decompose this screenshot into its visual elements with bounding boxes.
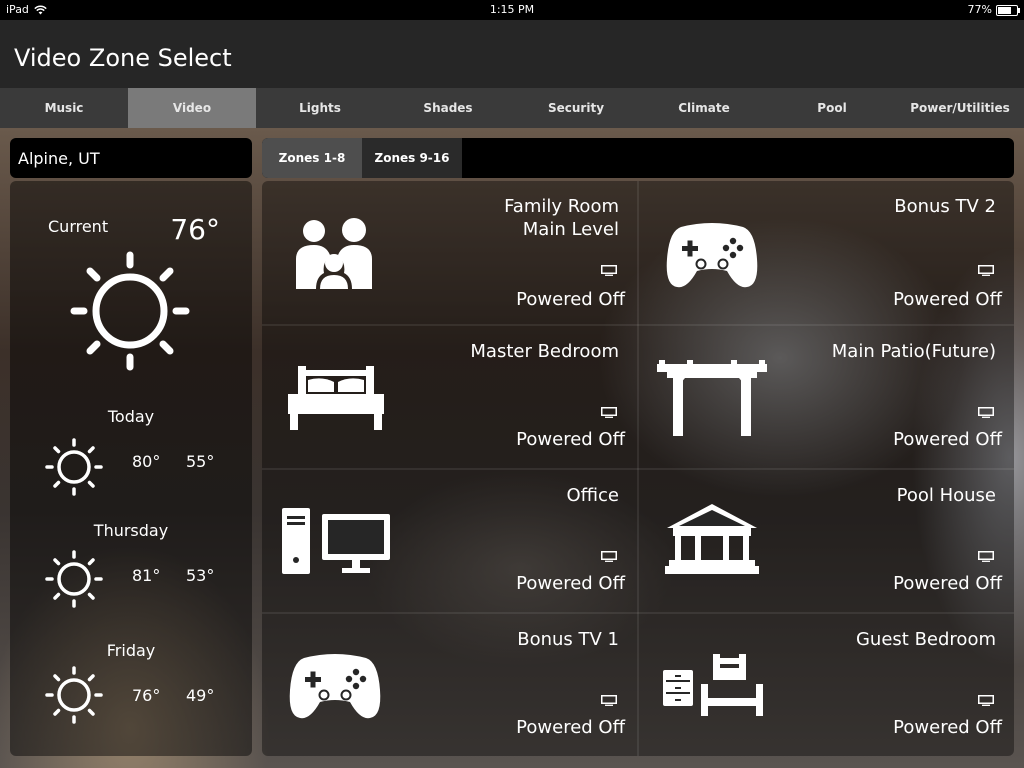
pergola-icon [657, 360, 767, 436]
zone-guest-bedroom[interactable]: Guest Bedroom Powered Off [639, 614, 1014, 756]
sun-icon [45, 666, 103, 724]
battery-icon [996, 4, 1020, 16]
forecast-low: 53° [186, 566, 215, 585]
forecast-low: 55° [186, 452, 215, 471]
tab-pool[interactable]: Pool [768, 88, 896, 128]
tab-security[interactable]: Security [512, 88, 640, 128]
forecast-high: 76° [132, 686, 161, 705]
tv-icon [601, 265, 617, 276]
gazebo-icon [665, 504, 759, 574]
zone-status: Powered Off [516, 429, 625, 450]
page-title: Video Zone Select [14, 44, 232, 72]
game-controller-icon [666, 223, 758, 288]
zone-status: Powered Off [516, 573, 625, 594]
zone-status: Powered Off [893, 429, 1002, 450]
current-label: Current [48, 217, 109, 236]
zone-office[interactable]: Office Powered Off [262, 470, 637, 613]
zone-name: Bonus TV 2 [894, 196, 996, 217]
zone-name: Main Patio(Future) [831, 341, 996, 362]
main-nav: Music Video Lights Shades Security Clima… [0, 88, 1024, 128]
tab-zones-9-16[interactable]: Zones 9-16 [362, 138, 462, 178]
current-temp: 76° [170, 213, 220, 246]
tv-icon [978, 265, 994, 276]
zone-status: Powered Off [516, 289, 625, 310]
zone-name: Family Room Main Level [504, 196, 619, 240]
zone-status: Powered Off [516, 717, 625, 738]
status-bar: iPad 1:15 PM 77% [0, 0, 1024, 20]
sun-icon [70, 251, 190, 371]
tab-shades[interactable]: Shades [384, 88, 512, 128]
forecast-day: Today [107, 407, 155, 426]
zone-family-room[interactable]: Family Room Main Level Powered Off [262, 181, 637, 324]
forecast-day: Thursday [93, 521, 169, 540]
zone-bonus-tv-1[interactable]: Bonus TV 1 Powered Off [262, 614, 637, 756]
zone-name: Office [566, 485, 619, 506]
header: Video Zone Select [0, 20, 1024, 88]
guest-bed-icon [663, 654, 763, 716]
location-label: Alpine, UT [18, 149, 100, 168]
tab-zones-1-8[interactable]: Zones 1-8 [262, 138, 362, 178]
game-controller-icon [289, 654, 381, 719]
zone-name: Bonus TV 1 [517, 629, 619, 650]
tab-music[interactable]: Music [0, 88, 128, 128]
zone-main-patio[interactable]: Main Patio(Future) Powered Off [639, 326, 1014, 469]
tab-video[interactable]: Video [128, 88, 256, 128]
zones-grid: Family Room Main Level Powered Off Bonus… [262, 181, 1014, 756]
forecast-high: 80° [132, 452, 161, 471]
location-bar: Alpine, UT [10, 138, 252, 178]
tab-power-utilities[interactable]: Power/Utilities [896, 88, 1024, 128]
tv-icon [978, 551, 994, 562]
family-icon [296, 218, 372, 289]
tv-icon [601, 407, 617, 418]
tab-lights[interactable]: Lights [256, 88, 384, 128]
sun-icon [45, 550, 103, 608]
zone-status: Powered Off [893, 573, 1002, 594]
battery-percent: 77% [967, 3, 992, 16]
forecast-low: 49° [186, 686, 215, 705]
tv-icon [601, 551, 617, 562]
computer-icon [282, 508, 390, 574]
zone-name: Guest Bedroom [855, 629, 996, 650]
zone-name: Master Bedroom [470, 341, 619, 362]
forecast-high: 81° [132, 566, 161, 585]
tv-icon [978, 695, 994, 706]
bed-icon [288, 366, 384, 430]
sun-icon [45, 438, 103, 496]
zone-tabs: Zones 1-8 Zones 9-16 [262, 138, 1014, 178]
tv-icon [601, 695, 617, 706]
weather-panel: Current 76° Today 80° 55° Thursday 81° 5… [10, 181, 252, 756]
zone-status: Powered Off [893, 289, 1002, 310]
tv-icon [978, 407, 994, 418]
tab-climate[interactable]: Climate [640, 88, 768, 128]
zone-name: Pool House [896, 485, 996, 506]
forecast-day: Friday [106, 641, 156, 660]
zone-bonus-tv-2[interactable]: Bonus TV 2 Powered Off [639, 181, 1014, 324]
clock: 1:15 PM [489, 3, 535, 16]
zone-pool-house[interactable]: Pool House Powered Off [639, 470, 1014, 613]
zone-master-bedroom[interactable]: Master Bedroom Powered Off [262, 326, 637, 469]
zone-status: Powered Off [893, 717, 1002, 738]
